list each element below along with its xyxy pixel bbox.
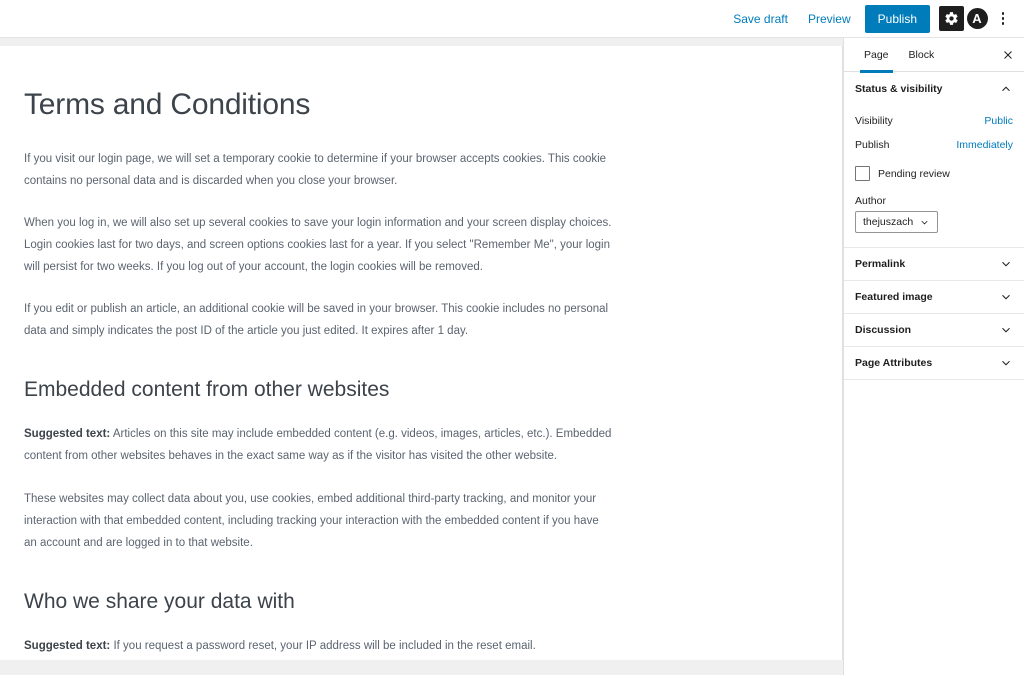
preview-button[interactable]: Preview: [798, 6, 861, 32]
chevron-down-icon: [999, 356, 1013, 370]
block-paragraph[interactable]: Suggested text: Articles on this site ma…: [24, 423, 614, 467]
editor-app: Save draft Preview Publish A Terms and C…: [0, 0, 1024, 675]
block-heading[interactable]: Who we share your data with: [24, 588, 818, 615]
block-paragraph[interactable]: When you log in, we will also set up sev…: [24, 212, 614, 278]
editor-canvas[interactable]: Terms and Conditions If you visit our lo…: [0, 46, 843, 660]
author-select-value: thejuszach: [863, 216, 914, 228]
pending-review-row: Pending review: [855, 157, 1013, 185]
canvas-gutter: [0, 38, 843, 46]
gear-icon: [944, 11, 959, 26]
publish-date-row: Publish Immediately: [855, 133, 1013, 157]
suggested-text-label: Suggested text:: [24, 428, 111, 441]
panel-header-discussion[interactable]: Discussion: [844, 314, 1024, 347]
author-select[interactable]: thejuszach: [855, 211, 939, 233]
settings-sidebar: Page Block Status & visibility Visibilit…: [843, 38, 1024, 675]
chevron-down-icon: [999, 290, 1013, 304]
chevron-down-icon: [999, 257, 1013, 271]
sidebar-tabs: Page Block: [844, 38, 1024, 73]
visibility-value-button[interactable]: Public: [984, 115, 1013, 127]
publish-date-value-button[interactable]: Immediately: [956, 139, 1013, 151]
panel-title: Permalink: [855, 258, 906, 270]
block-paragraph[interactable]: These websites may collect data about yo…: [24, 488, 614, 554]
editor-header-toolbar: Save draft Preview Publish A: [0, 0, 1024, 38]
paragraph-text: If you request a password reset, your IP…: [110, 640, 536, 653]
panel-title-status-visibility: Status & visibility: [855, 82, 943, 95]
panel-title: Discussion: [855, 324, 912, 336]
visibility-label: Visibility: [855, 115, 893, 127]
publish-button[interactable]: Publish: [864, 4, 930, 33]
suggested-text-label: Suggested text:: [24, 640, 111, 653]
panel-header-page-attributes[interactable]: Page Attributes: [844, 347, 1024, 380]
panel-body-status-visibility: Visibility Public Publish Immediately Pe…: [844, 105, 1024, 248]
chevron-down-icon: [999, 323, 1013, 337]
more-options-button[interactable]: [990, 6, 1016, 32]
block-list: If you visit our login page, we will set…: [24, 148, 818, 661]
plugin-avatar-icon: A: [966, 8, 988, 29]
settings-toggle-button[interactable]: [939, 6, 964, 31]
block-heading[interactable]: Embedded content from other websites: [24, 376, 818, 403]
visibility-row: Visibility Public: [855, 109, 1013, 133]
chevron-up-icon: [999, 82, 1013, 96]
block-paragraph[interactable]: If you edit or publish an article, an ad…: [24, 298, 614, 342]
pending-review-label: Pending review: [878, 167, 950, 180]
pending-review-checkbox[interactable]: [855, 166, 870, 181]
author-label: Author: [855, 195, 886, 207]
block-paragraph[interactable]: If you visit our login page, we will set…: [24, 148, 614, 192]
publish-date-label: Publish: [855, 139, 890, 151]
kebab-menu-icon: [1001, 12, 1005, 25]
tab-block[interactable]: Block: [899, 38, 945, 72]
block-paragraph[interactable]: Suggested text: If you request a passwor…: [24, 635, 614, 657]
tab-page[interactable]: Page: [854, 38, 899, 73]
close-sidebar-button[interactable]: [1000, 47, 1016, 63]
panel-title: Page Attributes: [855, 357, 933, 369]
panel-header-permalink[interactable]: Permalink: [844, 248, 1024, 281]
chevron-down-icon: [919, 217, 930, 228]
collapsed-panel-list: Permalink Featured image Discussion Page At…: [844, 248, 1024, 380]
post-title[interactable]: Terms and Conditions: [24, 86, 818, 124]
panel-title: Featured image: [855, 291, 933, 303]
editor-content: Terms and Conditions If you visit our lo…: [0, 46, 842, 660]
plugin-avatar-button[interactable]: A: [964, 6, 990, 32]
panel-header-featured-image[interactable]: Featured image: [844, 281, 1024, 314]
header-actions: Save draft Preview Publish A: [723, 4, 1016, 33]
panel-header-status-visibility[interactable]: Status & visibility: [844, 72, 1024, 105]
save-draft-button[interactable]: Save draft: [723, 6, 798, 32]
paragraph-text: Articles on this site may include embedd…: [24, 428, 612, 463]
close-icon: [1002, 49, 1014, 61]
